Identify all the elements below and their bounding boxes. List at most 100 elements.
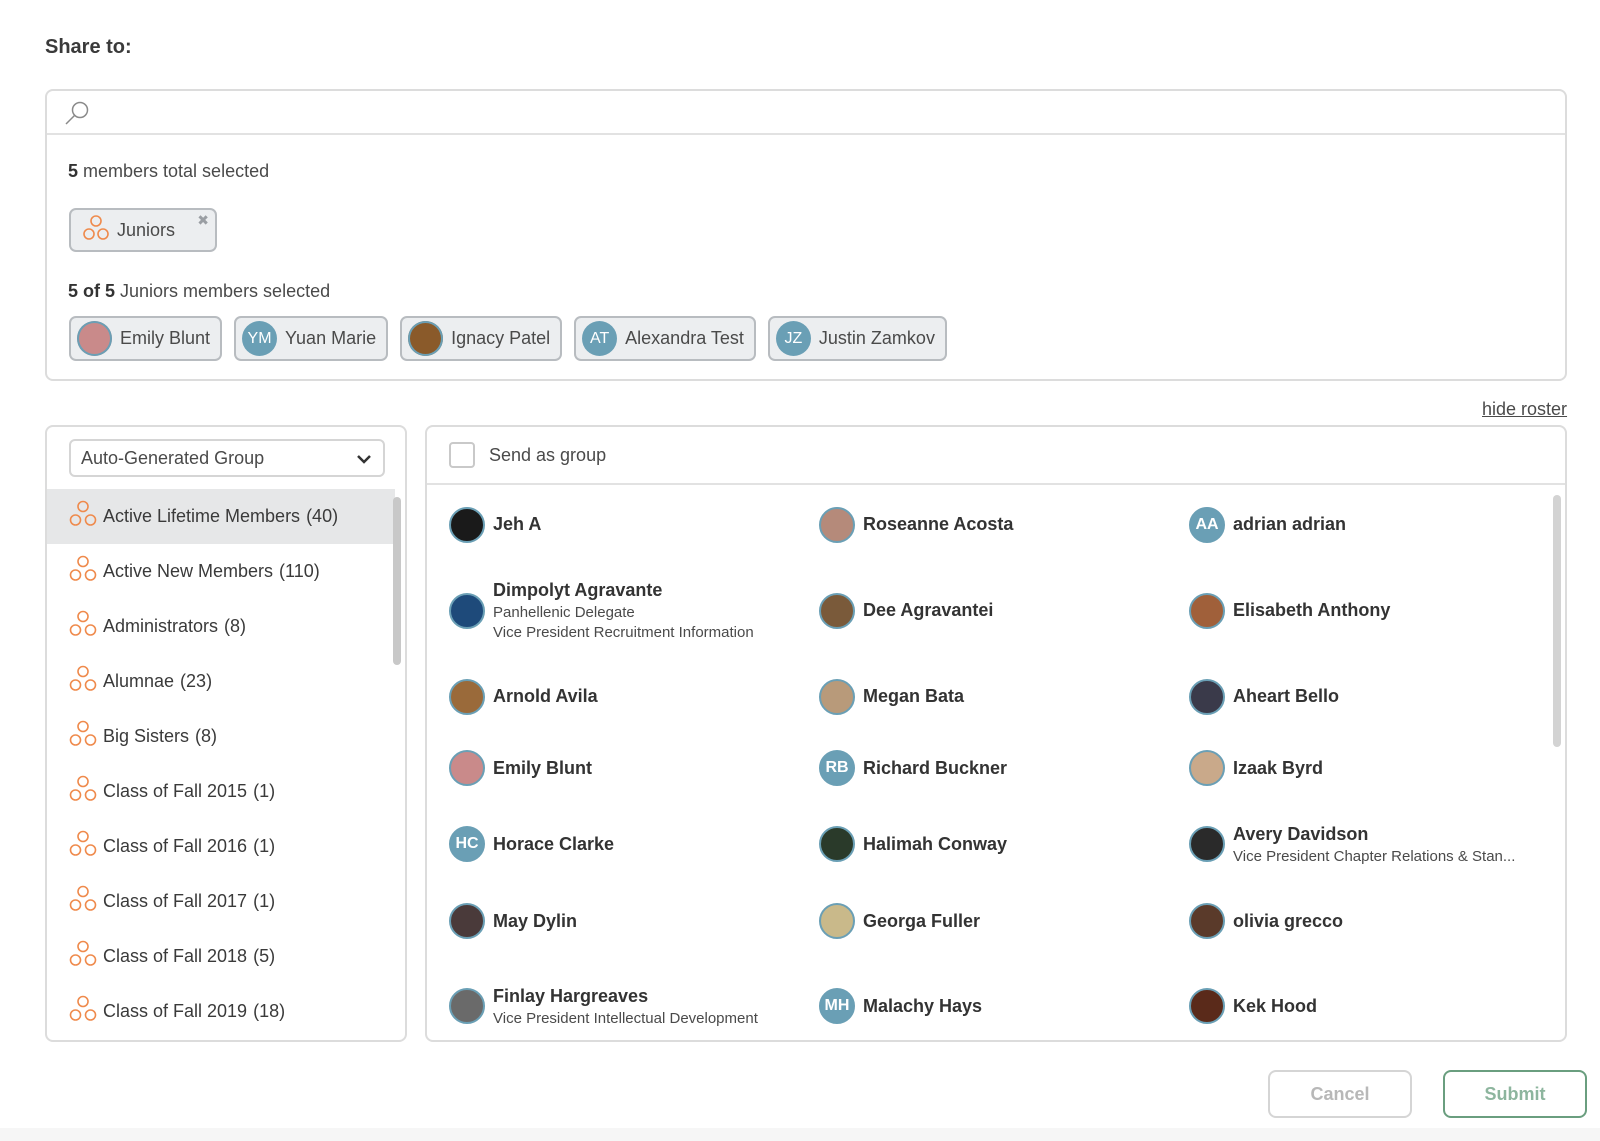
selected-group-chip[interactable]: Juniors ✖ bbox=[69, 208, 218, 252]
roster-member-name: Aheart Bello bbox=[1233, 686, 1340, 706]
roster-member-name: Izaak Byrd bbox=[1233, 757, 1324, 778]
member-chip[interactable]: AT Alexandra Test bbox=[574, 316, 756, 361]
selected-member-chips: Emily Blunt YM Yuan Marie Ignacy Patel AT Ale… bbox=[69, 316, 947, 361]
roster-member[interactable]: Arnold Avila bbox=[449, 659, 819, 734]
avatar bbox=[1189, 826, 1225, 862]
roster-member-name: Dimpolyt Agravante bbox=[493, 580, 663, 600]
roster-member[interactable]: Roseanne Acosta bbox=[819, 487, 1189, 562]
roster-member[interactable]: May Dylin bbox=[449, 886, 819, 956]
hide-roster-link[interactable]: hide roster bbox=[1482, 399, 1567, 420]
roster-member-role: Panhellenic Delegate bbox=[493, 604, 635, 621]
roster-member[interactable]: Finlay Hargreaves Vice President Intellec… bbox=[449, 956, 819, 1040]
group-icon bbox=[83, 214, 109, 247]
roster-scrollbar[interactable] bbox=[1553, 495, 1561, 747]
roster-member[interactable]: Halimah Conway bbox=[819, 802, 1189, 886]
roster-member[interactable]: AA adrian adrian bbox=[1189, 487, 1559, 562]
remove-group-icon[interactable]: ✖ bbox=[197, 212, 209, 229]
group-list-item[interactable]: Big Sisters (8) bbox=[47, 709, 395, 764]
avatar bbox=[449, 592, 485, 629]
group-icon bbox=[69, 499, 97, 534]
group-icon bbox=[69, 829, 97, 864]
roster-row: Arnold Avila Megan Bata Aheart Bello bbox=[449, 659, 1559, 734]
roster-member[interactable]: HC Horace Clarke bbox=[449, 802, 819, 886]
group-selected-text: 5 of 5 Juniors members selected bbox=[68, 281, 330, 302]
group-name: Administrators bbox=[103, 616, 219, 636]
roster-member-text: Kek Hood bbox=[1233, 996, 1317, 1017]
roster-member[interactable]: Elisabeth Anthony bbox=[1189, 562, 1559, 659]
roster-member[interactable]: Jeh A bbox=[449, 487, 819, 562]
group-count: (8) bbox=[224, 616, 247, 636]
group-type-select[interactable]: Auto-Generated Group bbox=[69, 439, 385, 477]
search-bar bbox=[47, 91, 1565, 135]
member-chip-name: Yuan Marie bbox=[285, 328, 377, 348]
roster-member[interactable]: Megan Bata bbox=[819, 659, 1189, 734]
group-name: Class of Fall 2019 bbox=[103, 1001, 248, 1021]
group-list: Active Lifetime Members (40) Active New Me… bbox=[47, 489, 395, 1039]
share-selection-box: 5 members total selected Juniors ✖ 5 of … bbox=[45, 89, 1567, 381]
roster-member[interactable]: Aheart Bello bbox=[1189, 659, 1559, 734]
group-icon bbox=[69, 554, 97, 589]
avatar bbox=[449, 506, 485, 543]
search-input[interactable] bbox=[107, 97, 1537, 127]
roster-member[interactable]: Georga Fuller bbox=[819, 886, 1189, 956]
avatar bbox=[408, 321, 444, 356]
roster-member-text: Horace Clarke bbox=[493, 834, 614, 855]
send-as-group-checkbox[interactable] bbox=[449, 442, 475, 468]
roster-member-text: Dimpolyt Agravante Panhellenic Delegate Vi… bbox=[493, 580, 754, 641]
group-list-scrollbar[interactable] bbox=[393, 497, 401, 665]
roster-member-text: Roseanne Acosta bbox=[863, 514, 1013, 535]
roster-member[interactable]: Kek Hood bbox=[1189, 956, 1559, 1040]
cancel-button[interactable]: Cancel bbox=[1268, 1070, 1412, 1118]
member-chip[interactable]: Ignacy Patel bbox=[400, 316, 563, 361]
roster-member-role: Vice President Recruitment Information bbox=[493, 624, 754, 641]
group-list-item[interactable]: Class of Fall 2019 (18) bbox=[47, 984, 395, 1039]
member-chip[interactable]: Emily Blunt bbox=[69, 316, 223, 361]
group-list-item[interactable]: Class of Fall 2015 (1) bbox=[47, 764, 395, 819]
roster-row: Dimpolyt Agravante Panhellenic Delegate Vi… bbox=[449, 562, 1559, 659]
roster-member-text: Finlay Hargreaves Vice President Intellec… bbox=[493, 986, 758, 1027]
avatar bbox=[449, 678, 485, 715]
group-name: Class of Fall 2016 bbox=[103, 836, 248, 856]
group-chip-label: Juniors bbox=[117, 219, 176, 240]
send-as-group-row: Send as group bbox=[427, 427, 1565, 485]
roster-member-text: May Dylin bbox=[493, 911, 577, 932]
roster-member-name: Richard Buckner bbox=[863, 757, 1008, 778]
avatar bbox=[819, 903, 855, 939]
roster-member-name: Elisabeth Anthony bbox=[1233, 600, 1391, 620]
roster-member-text: Elisabeth Anthony bbox=[1233, 600, 1390, 621]
group-list-item[interactable]: Active Lifetime Members (40) bbox=[47, 489, 395, 544]
roster-member[interactable]: Avery Davidson Vice President Chapter Rel… bbox=[1189, 802, 1559, 886]
roster-member[interactable]: Dee Agravantei bbox=[819, 562, 1189, 659]
group-count: (23) bbox=[180, 671, 213, 691]
roster-row: May Dylin Georga Fuller olivia grecco bbox=[449, 886, 1559, 956]
avatar: MH bbox=[819, 988, 855, 1024]
group-list-item[interactable]: Active New Members (110) bbox=[47, 544, 395, 599]
avatar: YM bbox=[242, 321, 278, 356]
group-list-item[interactable]: Class of Fall 2016 (1) bbox=[47, 819, 395, 874]
avatar bbox=[1189, 750, 1225, 786]
group-list-item[interactable]: Class of Fall 2017 (1) bbox=[47, 874, 395, 929]
member-chip-name: Ignacy Patel bbox=[451, 328, 551, 348]
submit-button[interactable]: Submit bbox=[1443, 1070, 1587, 1118]
avatar bbox=[819, 678, 855, 715]
group-icon bbox=[69, 609, 97, 644]
roster-member[interactable]: RB Richard Buckner bbox=[819, 734, 1189, 802]
roster-member[interactable]: Dimpolyt Agravante Panhellenic Delegate Vi… bbox=[449, 562, 819, 659]
roster-member[interactable]: Emily Blunt bbox=[449, 734, 819, 802]
member-chip[interactable]: JZ Justin Zamkov bbox=[767, 316, 947, 361]
group-list-item[interactable]: Alumnae (23) bbox=[47, 654, 395, 709]
roster-member[interactable]: MH Malachy Hays bbox=[819, 956, 1189, 1040]
member-chip[interactable]: YM Yuan Marie bbox=[234, 316, 389, 361]
roster-member-text: Malachy Hays bbox=[863, 996, 982, 1017]
avatar: RB bbox=[819, 750, 855, 786]
group-selected-label: Juniors members selected bbox=[115, 281, 331, 301]
roster-member-text: Richard Buckner bbox=[863, 758, 1007, 779]
group-name: Class of Fall 2018 bbox=[103, 946, 248, 966]
group-list-item[interactable]: Administrators (8) bbox=[47, 599, 395, 654]
roster-member[interactable]: olivia grecco bbox=[1189, 886, 1559, 956]
group-list-item[interactable]: Class of Fall 2018 (5) bbox=[47, 929, 395, 984]
total-selected-label: members total selected bbox=[78, 161, 270, 181]
roster-member-text: Izaak Byrd bbox=[1233, 758, 1323, 779]
roster-member[interactable]: Izaak Byrd bbox=[1189, 734, 1559, 802]
roster-member-name: Georga Fuller bbox=[863, 910, 981, 931]
